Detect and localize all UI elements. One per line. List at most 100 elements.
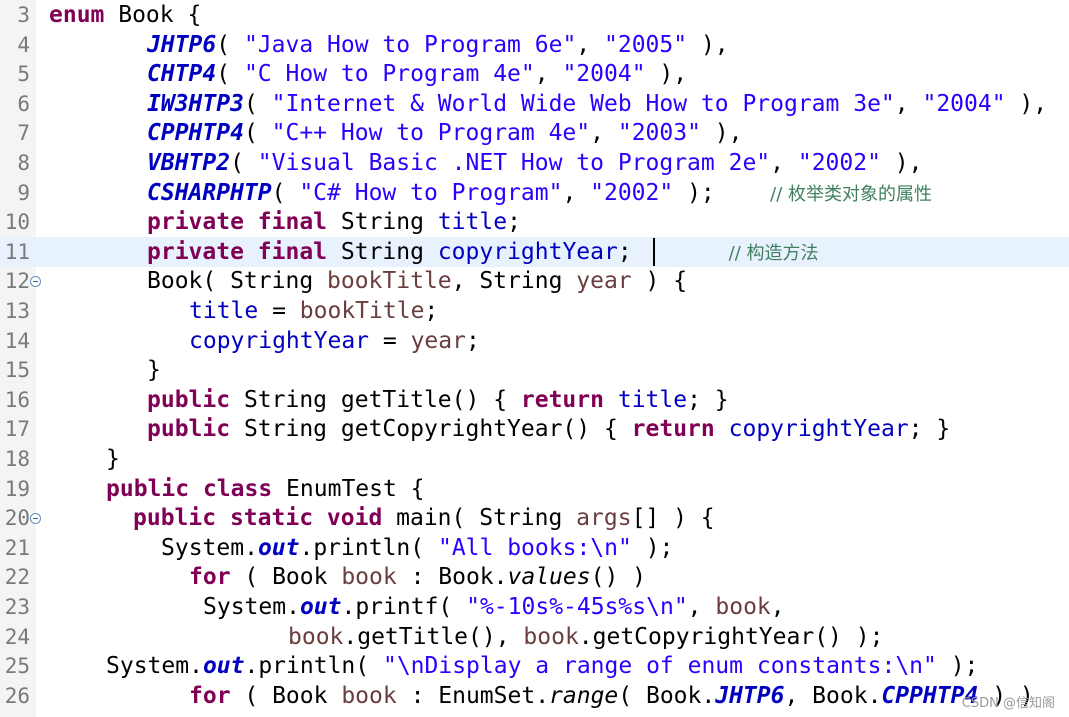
code-token: "\nDisplay a range of enum constants:\n" (382, 653, 937, 680)
fold-collapse-icon[interactable] (30, 513, 41, 525)
code-line[interactable]: 25 System.out.println( "\nDisplay a range… (0, 651, 1069, 681)
code-token: , (534, 61, 563, 88)
code-line[interactable]: 22 for ( Book book : Book.values() ) (0, 562, 1069, 592)
code-line[interactable]: 13 title = bookTitle; (0, 296, 1069, 326)
code-token: private (147, 209, 244, 236)
code-token: ; (465, 327, 480, 354)
code-line[interactable]: 26 for ( Book book : EnumSet.range( Book.… (0, 681, 1069, 711)
code-token: public (147, 416, 231, 443)
code-token: ; } (687, 386, 729, 413)
code-token: ( (216, 61, 244, 88)
line-number: 16 (4, 387, 30, 412)
code-token: ( (216, 31, 244, 58)
code-token: Book { (104, 2, 202, 28)
line-number: 9 (17, 180, 30, 205)
code-line[interactable]: 20 public static void main( String args[]… (0, 503, 1069, 533)
line-number: 8 (17, 151, 30, 175)
code-line[interactable]: 6 IW3HTP3( "Internet & World Wide Web How… (0, 89, 1069, 119)
csdn-watermark: CSDN @信知阁 (961, 696, 1055, 711)
code-token: ( (243, 120, 272, 147)
code-text: for ( Book book : EnumSet.range( Book.JH… (189, 681, 1034, 711)
code-token: book (288, 623, 344, 650)
text-caret (653, 238, 655, 266)
code-token: VBHTP2 (147, 150, 231, 176)
code-text: enum Book { (49, 0, 201, 30)
code-token: String getCopyrightYear() { (230, 416, 632, 443)
code-line[interactable]: 14 copyrightYear = year; (0, 326, 1069, 356)
code-token: , (687, 594, 716, 620)
code-token: "C How to Program 4e" (243, 61, 535, 88)
code-token: // 枚举类对象的属性 (770, 183, 933, 205)
code-token: ), (700, 120, 743, 147)
code-line[interactable]: 5 CHTP4( "C How to Program 4e", "2004" ), (0, 59, 1069, 89)
code-token: ), (1005, 90, 1048, 117)
code-token: static (229, 505, 314, 532)
code-line[interactable]: 3 enum Book { (0, 0, 1069, 30)
code-token: CPPHTP4 (147, 120, 244, 147)
code-token: String (327, 209, 438, 236)
code-token: "All books:\n" (437, 534, 632, 561)
code-line[interactable]: 15} (0, 355, 1069, 385)
code-line[interactable]: 4 JHTP6( "Java How to Program 6e", "2005"… (0, 30, 1069, 60)
code-line[interactable]: 9 CSHARPHTP( "C# How to Program", "2002" … (0, 178, 1069, 208)
code-text: CHTP4( "C How to Program 4e", "2004" ), (147, 59, 687, 89)
code-token: () ) (590, 564, 646, 591)
code-token: return (631, 416, 715, 443)
code-line[interactable]: 19 public class EnumTest { (0, 474, 1069, 504)
code-token: ( (230, 150, 258, 176)
code-token: for (189, 682, 231, 709)
code-token: .println( (244, 653, 383, 680)
code-token: "Visual Basic .NET How to Program 2e" (257, 150, 771, 176)
code-token: [] ) { (631, 505, 715, 532)
code-line[interactable]: 11 private final String copyrightYear; //… (0, 236, 1069, 267)
code-token: .getTitle(), (343, 623, 524, 650)
code-token: private (147, 238, 244, 265)
line-number: 17 (4, 417, 30, 442)
code-token: ), (880, 150, 923, 176)
code-token: ( (271, 179, 300, 206)
code-token: values (507, 564, 591, 591)
code-token: EnumTest { (272, 475, 425, 502)
code-token: , Book. (784, 682, 882, 709)
code-line[interactable]: 8 VBHTP2( "Visual Basic .NET How to Progr… (0, 148, 1069, 178)
code-token: = (369, 327, 411, 354)
code-token: "C# How to Program" (299, 179, 563, 206)
code-editor[interactable]: 3 enum Book {4 JHTP6( "Java How to Program… (0, 0, 1069, 717)
code-text: IW3HTP3( "Internet & World Wide Web How … (147, 89, 1047, 119)
code-token: = (258, 298, 300, 324)
code-text: public String getCopyrightYear() { retur… (147, 414, 950, 444)
code-line[interactable]: 24 book.getTitle(), book.getCopyrightYear… (0, 622, 1069, 652)
code-line[interactable]: 23 System.out.printf( "%-10s%-45s%s\n", b… (0, 592, 1069, 622)
code-line[interactable]: 17 public String getCopyrightYear() { ret… (0, 414, 1069, 444)
code-token: bookTitle (299, 298, 425, 324)
code-line[interactable]: 12 Book( String bookTitle, String year ) … (0, 266, 1069, 296)
line-number: 6 (17, 91, 30, 116)
code-token: "2005" (604, 31, 688, 58)
code-token: title (437, 209, 508, 236)
fold-collapse-icon[interactable] (30, 276, 41, 288)
code-text: VBHTP2( "Visual Basic .NET How to Progra… (147, 148, 923, 178)
code-line[interactable]: 21 System.out.println( "All books:\n" ); (0, 533, 1069, 563)
code-token: ), (645, 61, 688, 88)
code-token: args (576, 505, 632, 532)
code-text: title = bookTitle; (189, 296, 438, 326)
code-line[interactable]: 18} (0, 444, 1069, 474)
line-number: 18 (4, 447, 30, 471)
line-number: 13 (4, 299, 30, 323)
code-line[interactable]: 7 CPPHTP4( "C++ How to Program 4e", "2003… (0, 118, 1069, 148)
code-line[interactable]: 10 private final String title; (0, 207, 1069, 237)
code-token: // 构造方法 (728, 242, 819, 264)
code-text: public class EnumTest { (106, 474, 425, 504)
code-token: book (523, 623, 579, 650)
line-number: 21 (4, 535, 30, 560)
line-number: 5 (17, 62, 30, 87)
code-token: ; (424, 298, 439, 324)
code-text: System.out.printf( "%-10s%-45s%s\n", boo… (203, 592, 785, 622)
code-token: return (520, 386, 604, 413)
code-token: void (326, 505, 383, 532)
code-line[interactable]: 16 public String getTitle() { return titl… (0, 385, 1069, 415)
